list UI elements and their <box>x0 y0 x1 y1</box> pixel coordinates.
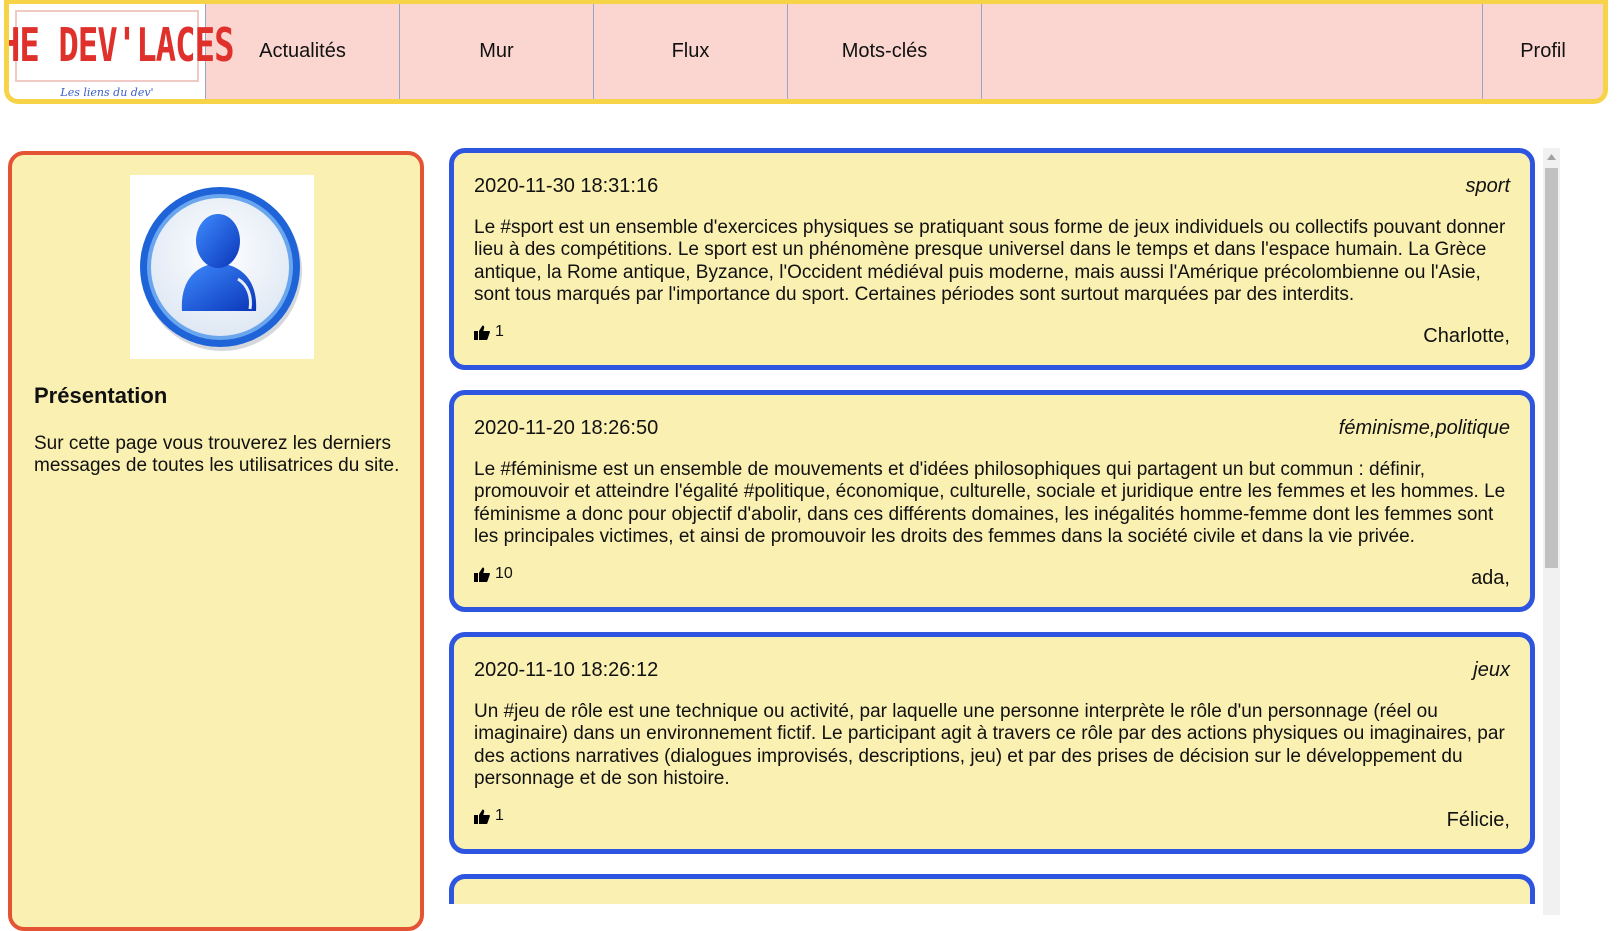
logo-frame: THE DEV'LACES <box>9 10 235 82</box>
top-navigation-bar: THE DEV'LACES Les liens du dev' Actualit… <box>4 0 1608 104</box>
presentation-text: Sur cette page vous trouverez les dernie… <box>34 433 400 476</box>
post-author: Charlotte, <box>1423 325 1510 347</box>
site-logo[interactable]: THE DEV'LACES Les liens du dev' <box>9 4 235 99</box>
presentation-panel: Présentation Sur cette page vous trouver… <box>8 151 424 931</box>
like-button[interactable]: 1 <box>474 807 504 825</box>
like-count: 10 <box>495 565 513 582</box>
post-author: ada, <box>1471 567 1510 589</box>
post-card: 2020-11-20 18:26:50 féminisme,politique … <box>449 390 1535 612</box>
posts-feed: 2020-11-30 18:31:16 sport Le #sport est … <box>449 148 1535 924</box>
nav-profil[interactable]: Profil <box>1483 4 1603 99</box>
post-tags[interactable]: féminisme,politique <box>1339 417 1510 440</box>
post-date: 2020-11-20 18:26:50 <box>474 417 659 439</box>
nav-mur[interactable]: Mur <box>400 4 594 99</box>
post-tags[interactable]: jeux <box>1473 659 1510 682</box>
thumbs-up-icon <box>474 809 490 824</box>
post-date: 2020-11-10 18:26:12 <box>474 659 659 681</box>
logo-wordmark: THE DEV'LACES <box>4 19 235 73</box>
thumbs-up-icon <box>474 325 490 340</box>
user-avatar-icon <box>130 175 314 359</box>
post-card: 2020-11-10 18:26:12 jeux Un #jeu de rôle… <box>449 632 1535 854</box>
like-button[interactable]: 10 <box>474 565 513 583</box>
like-button[interactable]: 1 <box>474 323 504 341</box>
scrollbar-thumb[interactable] <box>1545 168 1558 568</box>
post-content: Un #jeu de rôle est une technique ou act… <box>474 701 1505 790</box>
post-tags[interactable]: sport <box>1466 175 1510 198</box>
post-author: Félicie, <box>1446 809 1510 831</box>
scroll-up-arrow-icon[interactable] <box>1543 148 1560 165</box>
post-card: 2020-11-30 18:31:16 sport Le #sport est … <box>449 148 1535 370</box>
page-scrollbar[interactable] <box>1543 148 1560 915</box>
presentation-title: Présentation <box>34 383 168 408</box>
nav-flux[interactable]: Flux <box>594 4 788 99</box>
logo-tagline: Les liens du dev' <box>60 86 154 99</box>
like-count: 1 <box>495 807 504 824</box>
like-count: 1 <box>495 323 504 340</box>
nav-actualites[interactable]: Actualités <box>206 4 400 99</box>
thumbs-up-icon <box>474 567 490 582</box>
nav-mots-cles[interactable]: Mots-clés <box>788 4 982 99</box>
nav-spacer <box>982 4 1483 99</box>
post-card-partial <box>449 874 1535 904</box>
post-content: Le #féminisme est un ensemble de mouveme… <box>474 459 1506 548</box>
post-content: Le #sport est un ensemble d'exercices ph… <box>474 217 1506 306</box>
post-date: 2020-11-30 18:31:16 <box>474 175 659 197</box>
